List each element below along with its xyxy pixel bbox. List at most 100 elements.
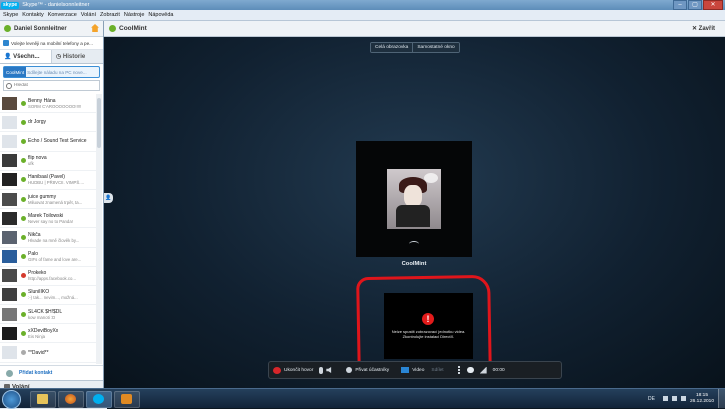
avatar: [2, 96, 17, 110]
avatar: [2, 307, 17, 321]
folder-icon: [37, 394, 48, 404]
start-button[interactable]: [2, 390, 21, 409]
mood-user: CoolMint: [4, 67, 27, 77]
mood-text: Sdílejte náladu na PC nove...: [27, 69, 87, 75]
network-icon[interactable]: [662, 396, 668, 401]
status-online-icon: [21, 100, 26, 106]
sidebar: Daniel Sonnleitner Volejte levněji na mo…: [0, 21, 107, 409]
add-contact-button[interactable]: Přidat kontakt: [0, 365, 103, 380]
promo-text: Volejte levněji na mobilní telefony a pe…: [11, 40, 93, 46]
avatar: [2, 288, 17, 302]
contact-item[interactable]: Palo GIFs of fame and love are...: [0, 248, 96, 267]
dialpad-icon[interactable]: [457, 366, 462, 374]
windows-taskbar: DE 18:15 26.12.2010: [0, 388, 725, 409]
menu-contacts[interactable]: Kontakty: [22, 12, 43, 18]
maximize-button[interactable]: ▢: [688, 0, 702, 10]
user-name: Daniel Sonnleitner: [14, 25, 67, 32]
taskbar-explorer[interactable]: [30, 391, 56, 408]
avatar: [2, 154, 17, 168]
status-online-icon: [21, 292, 26, 298]
close-conversation-button[interactable]: ✕ Zavřít: [692, 25, 715, 32]
taskbar-media-player[interactable]: [114, 391, 140, 408]
contact-item[interactable]: Marek Toilowski Never say no to Panda!: [0, 209, 96, 229]
contact-item[interactable]: Benny Hána SORM C'AROOOOOOO!!!!!: [0, 94, 96, 114]
contact-mood: Hlvade na mně člověk by...: [28, 237, 80, 243]
scrollbar-thumb[interactable]: [97, 98, 101, 148]
contact-list-scrollbar[interactable]: [96, 94, 102, 364]
contact-name: dr Jorgy: [28, 119, 47, 126]
taskbar-firefox[interactable]: [58, 391, 84, 408]
avatar: [2, 211, 17, 225]
language-indicator[interactable]: DE: [648, 396, 655, 402]
contact-name: xXDeviBoyXx: [28, 327, 59, 334]
avatar: [2, 250, 17, 264]
search-box: [3, 80, 100, 91]
volume-icon[interactable]: [671, 396, 677, 401]
clock[interactable]: 18:15 26.12.2010: [690, 393, 714, 405]
status-online-icon: [21, 215, 26, 221]
contact-item[interactable]: Echo / Sound Test Service: [0, 132, 96, 152]
signal-strength-icon[interactable]: [479, 366, 487, 374]
hangup-button[interactable]: Ukončit hovor: [273, 366, 314, 374]
share-button[interactable]: Sdílet: [428, 368, 443, 373]
contact-item[interactable]: **David**: [0, 343, 96, 363]
contact-mood: HUDBU | PŘ8VCII. VIMPŠ....: [28, 180, 85, 186]
contact-item[interactable]: dr Jorgy: [0, 113, 96, 133]
clock-icon: ◷: [56, 54, 63, 60]
avatar: [2, 192, 17, 206]
video-label: Video: [412, 367, 425, 373]
tab-all-contacts[interactable]: 👤 Všechn...: [0, 50, 52, 63]
show-desktop-button[interactable]: [718, 389, 725, 408]
menu-conversation[interactable]: Konverzace: [48, 12, 77, 18]
close-window-button[interactable]: ✕: [703, 0, 723, 10]
taskbar-skype[interactable]: [86, 391, 112, 408]
hangup-label: Ukončit hovor: [284, 367, 314, 373]
contact-item[interactable]: juice gummy Miluovat znamená trpět, ta...: [0, 190, 96, 210]
contact-item[interactable]: xXDeviBoyXx Eis Ninja: [0, 324, 96, 344]
menu-help[interactable]: Nápověda: [148, 12, 173, 18]
contact-item[interactable]: Nikča Hlvade na mně člověk by...: [0, 228, 96, 248]
tab-history[interactable]: ◷ Historie: [52, 50, 103, 63]
menu-view[interactable]: Zobrazit: [100, 12, 120, 18]
contact-name: Echo / Sound Test Service: [28, 138, 87, 145]
contact-item[interactable]: Hanibaal (Pavel) HUDBU | PŘ8VCII. VIMPŠ..…: [0, 171, 96, 190]
skype-logo: skype: [1, 1, 20, 9]
contact-item[interactable]: flip nova ufk: [0, 152, 96, 171]
contact-mood: Eis Ninja: [28, 333, 45, 339]
remote-avatar: [387, 169, 441, 229]
window-controls: – ▢ ✕: [673, 0, 723, 10]
promo-banner[interactable]: Volejte levněji na mobilní telefony a pe…: [0, 37, 103, 50]
avatar: [2, 346, 17, 360]
menu-tools[interactable]: Nástroje: [124, 12, 144, 18]
search-input[interactable]: [12, 83, 96, 88]
menu-skype[interactable]: Skype: [3, 12, 18, 18]
contact-item[interactable]: SluniÍIKO:-) tak... nevim..., možná...: [0, 286, 96, 306]
fullscreen-button[interactable]: Celá obrazovka: [371, 43, 413, 52]
speaker-icon[interactable]: [326, 367, 332, 373]
sidebar-toggle-icon[interactable]: 👤: [104, 193, 113, 203]
contact-mood: kow manoti :D: [28, 314, 56, 320]
tab-history-label: Historie: [62, 53, 86, 60]
microphone-icon[interactable]: [319, 366, 324, 374]
add-participants-button[interactable]: Přivat účastníky: [336, 367, 389, 373]
contact-item[interactable]: Prokeko http://apps.facebook.co...: [0, 267, 96, 286]
contact-name: SL4CK $H!$DL: [28, 308, 63, 315]
system-tray: DE 18:15 26.12.2010: [648, 389, 725, 408]
chat-icon[interactable]: [466, 367, 474, 373]
phone-icon: [3, 40, 9, 46]
avatar: [2, 269, 17, 283]
action-center-icon[interactable]: [680, 396, 686, 401]
home-icon[interactable]: [91, 24, 99, 32]
contact-tabs: 👤 Všechn... ◷ Historie: [0, 50, 103, 64]
mood-message-field[interactable]: CoolMint Sdílejte náladu na PC nove...: [3, 66, 100, 78]
user-header[interactable]: Daniel Sonnleitner: [0, 21, 103, 37]
menu-bar: Skype Kontakty Konverzace Volání Zobrazi…: [0, 10, 725, 21]
contact-item[interactable]: SL4CK $H!$DL kow manoti :D: [0, 305, 96, 325]
avatar: [2, 230, 17, 244]
separate-window-button[interactable]: Samostatné okno: [412, 43, 459, 52]
share-label: Sdílet: [431, 367, 444, 373]
online-status-icon[interactable]: [4, 25, 11, 32]
video-button[interactable]: Video: [393, 367, 424, 373]
minimize-button[interactable]: –: [673, 0, 687, 10]
menu-call[interactable]: Volání: [81, 12, 96, 18]
